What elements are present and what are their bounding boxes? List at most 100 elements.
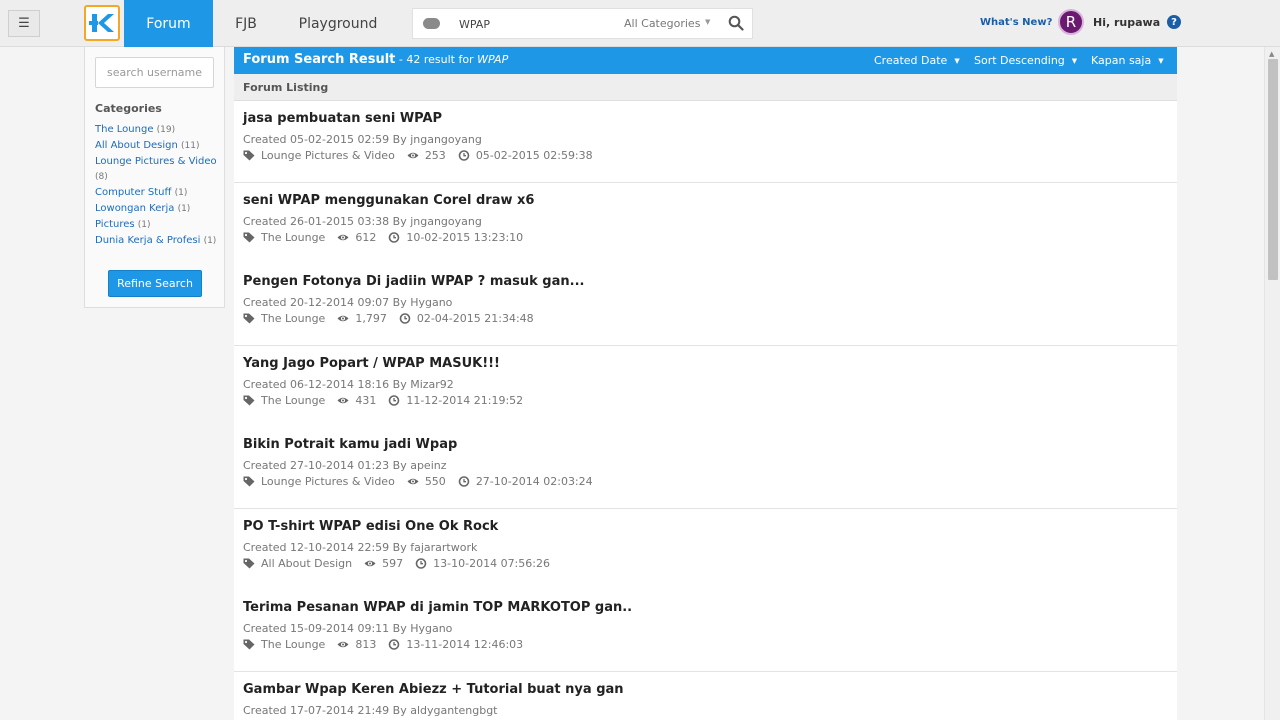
thread-last-post: 10-02-2015 13:23:10 bbox=[406, 230, 524, 244]
kaskus-logo[interactable] bbox=[84, 5, 120, 41]
caret-down-icon: ▼ bbox=[954, 57, 960, 65]
category-item: The Lounge (19) bbox=[95, 122, 220, 138]
category-count: (11) bbox=[181, 141, 200, 151]
tag-icon bbox=[243, 313, 255, 324]
thread-category[interactable]: All About Design bbox=[261, 557, 352, 570]
category-count: (1) bbox=[177, 204, 191, 214]
thread-stats: The Lounge 431 11-12-2014 21:19:52 bbox=[243, 394, 523, 407]
caret-down-icon: ▼ bbox=[705, 18, 711, 26]
scroll-up-arrow-icon[interactable]: ▲ bbox=[1269, 50, 1274, 58]
thread-title-link[interactable]: Terima Pesanan WPAP di jamin TOP MARKOTO… bbox=[243, 600, 632, 615]
thread-category[interactable]: The Lounge bbox=[261, 394, 325, 407]
username-search-input[interactable] bbox=[95, 57, 214, 88]
thread-title-link[interactable]: Gambar Wpap Keren Abiezz + Tutorial buat… bbox=[243, 682, 624, 697]
filter-time-range-label: Kapan saja bbox=[1091, 54, 1152, 67]
thread-title-link[interactable]: Yang Jago Popart / WPAP MASUK!!! bbox=[243, 356, 500, 371]
category-count: (1) bbox=[174, 188, 188, 198]
filter-sort-order[interactable]: Sort Descending ▼ bbox=[974, 54, 1077, 67]
thread-created-meta: Created 15-09-2014 09:11 By Hygano bbox=[243, 622, 453, 635]
eye-icon bbox=[337, 234, 349, 240]
thread-created-meta: Created 06-12-2014 18:16 By Mizar92 bbox=[243, 377, 454, 391]
thread-created-meta: Created 12-10-2014 22:59 By fajarartwork bbox=[243, 540, 478, 554]
category-count: (19) bbox=[156, 125, 176, 135]
scrollbar-thumb[interactable] bbox=[1268, 59, 1278, 280]
thread-created-meta: Created 20-12-2014 09:07 By Hygano bbox=[243, 296, 453, 309]
thread-created-meta: Created 27-10-2014 01:23 By apeinz bbox=[243, 459, 447, 472]
thread-category[interactable]: Lounge Pictures & Video bbox=[261, 149, 395, 162]
eye-icon bbox=[337, 315, 349, 322]
user-avatar[interactable]: R bbox=[1058, 9, 1084, 35]
thread-views: 597 bbox=[382, 556, 404, 570]
thread-title-link[interactable]: Pengen Fotonya Di jadiin WPAP ? masuk ga… bbox=[243, 274, 584, 289]
help-icon[interactable]: ? bbox=[1167, 15, 1181, 29]
clock-icon bbox=[399, 313, 411, 324]
chat-bubble-icon bbox=[423, 18, 440, 29]
refine-search-button[interactable]: Refine Search bbox=[108, 270, 202, 297]
clock-icon bbox=[415, 557, 427, 569]
category-count: (8) bbox=[95, 172, 108, 182]
filter-time-range[interactable]: Kapan saja ▼ bbox=[1091, 54, 1164, 67]
category-count: (1) bbox=[203, 236, 217, 246]
thread-title-link[interactable]: jasa pembuatan seni WPAP bbox=[243, 111, 442, 126]
thread-last-post: 13-10-2014 07:56:26 bbox=[433, 556, 550, 570]
filter-sort-order-label: Sort Descending bbox=[974, 54, 1065, 67]
menu-button[interactable]: ☰ bbox=[8, 10, 40, 37]
thread-category[interactable]: The Lounge bbox=[261, 231, 325, 244]
nav-tab-forum[interactable]: Forum bbox=[124, 0, 213, 47]
thread-category[interactable]: The Lounge bbox=[261, 638, 325, 651]
categories-heading: Categories bbox=[95, 102, 162, 115]
page-scrollbar[interactable]: ▲ bbox=[1264, 47, 1280, 720]
category-link[interactable]: Computer Stuff bbox=[95, 187, 171, 198]
whats-new-link[interactable]: What's New? bbox=[980, 17, 1052, 28]
thread-row: jasa pembuatan seni WPAP Created 05-02-20… bbox=[234, 101, 1177, 183]
caret-down-icon: ▼ bbox=[1071, 57, 1078, 65]
thread-created-meta: Created 17-07-2014 21:49 By aldygantengb… bbox=[243, 703, 498, 717]
tag-icon bbox=[243, 150, 255, 161]
tag-icon bbox=[243, 558, 255, 568]
clock-icon bbox=[389, 639, 400, 650]
thread-title-link[interactable]: Bikin Potrait kamu jadi Wpap bbox=[243, 437, 457, 452]
thread-title-link[interactable]: seni WPAP menggunakan Corel draw x6 bbox=[243, 193, 534, 208]
nav-tab-fjb[interactable]: FJB bbox=[222, 0, 270, 47]
results-header: Forum Search Result - 42 result for WPAP… bbox=[234, 47, 1177, 74]
thread-last-post: 11-12-2014 21:19:52 bbox=[406, 393, 524, 407]
thread-last-post: 27-10-2014 02:03:24 bbox=[475, 475, 593, 488]
top-navbar: ☰ Forum FJB Playground All Categories ▼ … bbox=[0, 0, 1280, 47]
category-link[interactable]: All About Design bbox=[95, 140, 178, 151]
eye-icon bbox=[337, 641, 349, 648]
thread-category[interactable]: Lounge Pictures & Video bbox=[261, 475, 395, 488]
tag-icon bbox=[243, 395, 255, 405]
global-search-input[interactable] bbox=[459, 15, 609, 33]
category-link[interactable]: Dunia Kerja & Profesi bbox=[95, 235, 200, 246]
tag-icon bbox=[243, 232, 255, 242]
category-link[interactable]: Lowongan Kerja bbox=[95, 203, 174, 214]
thread-category[interactable]: The Lounge bbox=[261, 312, 325, 325]
filter-created-date[interactable]: Created Date ▼ bbox=[874, 54, 960, 67]
thread-last-post: 13-11-2014 12:46:03 bbox=[406, 638, 524, 651]
thread-views: 1,797 bbox=[355, 312, 387, 325]
category-link[interactable]: Pictures bbox=[95, 219, 135, 230]
thread-stats: Lounge Pictures & Video 253 05-02-2015 02:… bbox=[243, 149, 593, 162]
category-link[interactable]: Lounge Pictures & Video bbox=[95, 156, 217, 167]
category-item: Lounge Pictures & Video (8) bbox=[95, 154, 220, 185]
eye-icon bbox=[407, 152, 419, 159]
category-link[interactable]: The Lounge bbox=[95, 124, 153, 135]
clock-icon bbox=[458, 476, 470, 487]
thread-title-link[interactable]: PO T-shirt WPAP edisi One Ok Rock bbox=[243, 519, 498, 534]
filter-created-date-label: Created Date bbox=[874, 54, 948, 67]
category-item: Computer Stuff (1) bbox=[95, 185, 220, 201]
category-item: Pictures (1) bbox=[95, 217, 220, 233]
tag-icon bbox=[243, 476, 255, 487]
thread-created-meta: Created 05-02-2015 02:59 By jngangoyang bbox=[243, 133, 482, 146]
search-category-select[interactable]: All Categories bbox=[624, 17, 700, 30]
tag-icon bbox=[243, 639, 255, 650]
nav-tab-playground[interactable]: Playground bbox=[290, 0, 386, 47]
eye-icon bbox=[407, 478, 419, 485]
search-icon[interactable] bbox=[728, 15, 744, 31]
thread-row: Pengen Fotonya Di jadiin WPAP ? masuk ga… bbox=[234, 264, 1177, 346]
user-greeting[interactable]: Hi, rupawa bbox=[1093, 16, 1160, 29]
thread-stats: The Lounge 1,797 02-04-2015 21:34:48 bbox=[243, 312, 534, 325]
listing-label: Forum Listing bbox=[243, 81, 329, 94]
eye-icon bbox=[337, 397, 349, 403]
thread-views: 550 bbox=[424, 475, 446, 488]
